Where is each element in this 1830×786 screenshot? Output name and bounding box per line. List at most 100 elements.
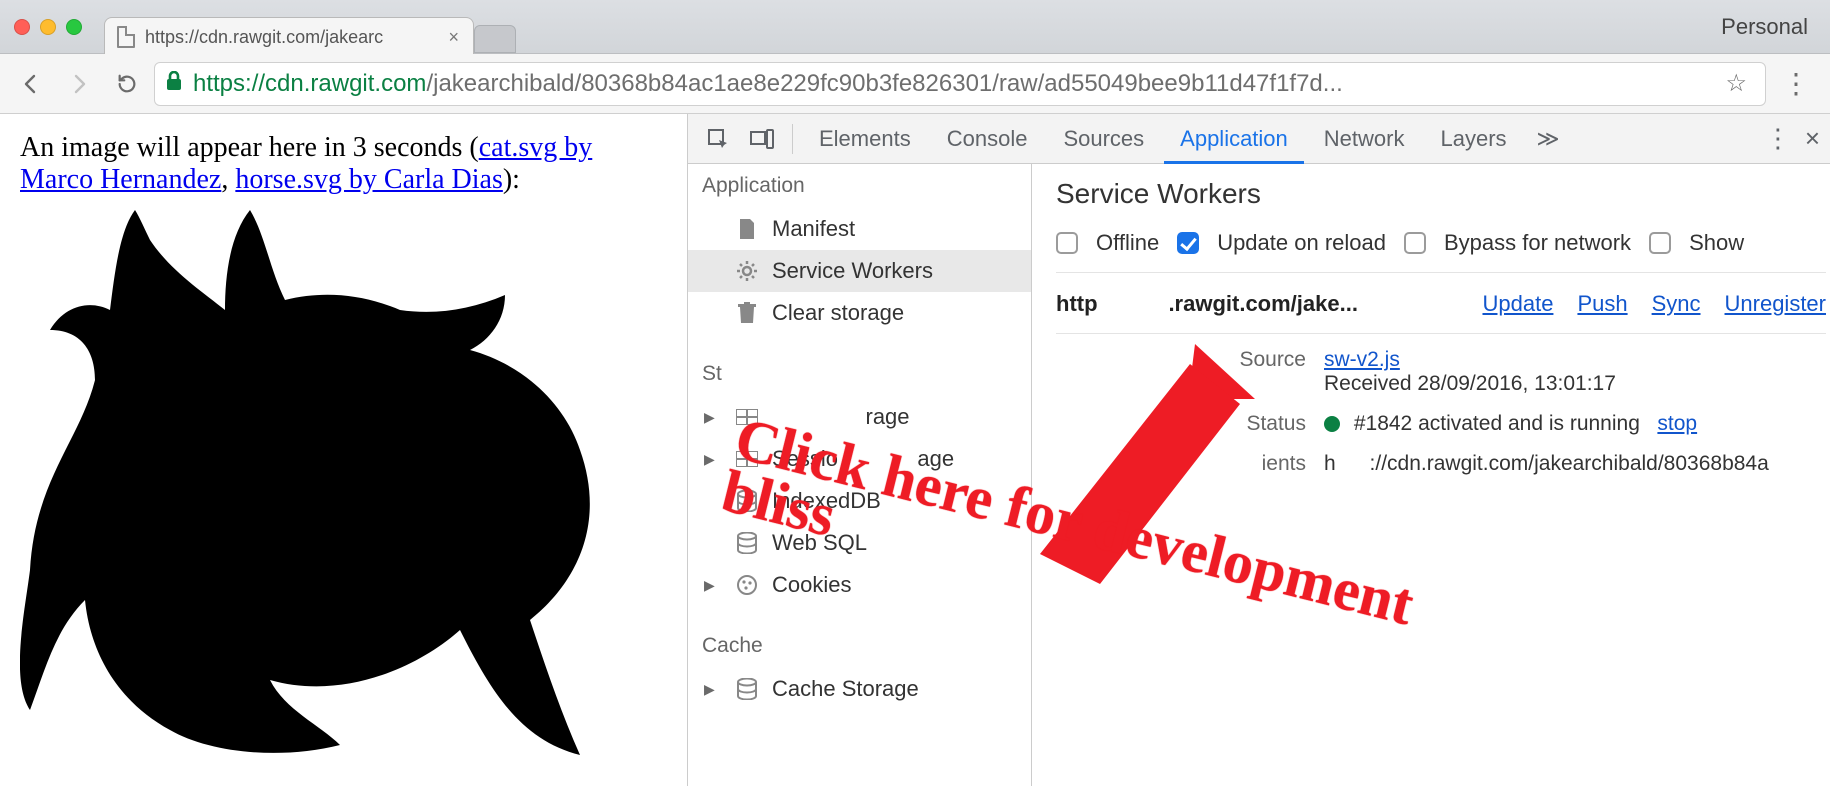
expand-icon: ▶ (704, 451, 715, 468)
page-viewport: An image will appear here in 3 seconds (… (0, 114, 687, 786)
link-sw-source[interactable]: sw-v2.js (1324, 348, 1400, 371)
page-text-outro: ): (503, 164, 520, 195)
tab-close-button[interactable]: × (448, 27, 459, 48)
back-button[interactable] (10, 63, 52, 105)
expand-icon: ▶ (704, 409, 715, 426)
checkbox-offline-label: Offline (1096, 230, 1159, 256)
tab-application[interactable]: Application (1164, 114, 1304, 164)
status-text: #1842 activated and is running (1354, 412, 1640, 435)
sw-action-links: Update Push Sync Unregister (1482, 291, 1826, 317)
pane-heading: Service Workers (1056, 178, 1826, 210)
application-sidebar: Application Manifest Service Workers (688, 164, 1032, 786)
sidebar-group-cache: Cache (688, 624, 1031, 668)
sw-registration-row: https://cdn.rawgit.com/jake... Update Pu… (1056, 291, 1826, 334)
lock-icon (165, 70, 183, 98)
sidebar-item-cookies[interactable]: ▶ Cookies (688, 564, 1031, 606)
sidebar-item-label: Service Workers (772, 258, 933, 284)
url-scheme: https (193, 70, 245, 97)
window-close-button[interactable] (14, 19, 30, 35)
sidebar-item-service-workers[interactable]: Service Workers (688, 250, 1031, 292)
sw-origin-a: http (1056, 291, 1098, 316)
trash-icon (736, 302, 758, 324)
label-clients-text: ients (1262, 452, 1306, 475)
link-horse-svg[interactable]: horse.svg by Carla Dias (235, 164, 503, 195)
sidebar-item-label: Cookies (772, 572, 851, 598)
browser-menu-button[interactable]: ⋮ (1772, 67, 1820, 100)
devtools-tabbar: Elements Console Sources Application Net… (688, 114, 1830, 164)
tab-elements[interactable]: Elements (803, 114, 927, 164)
sw-origin: https://cdn.rawgit.com/jake... (1056, 291, 1358, 317)
tab-strip: https://cdn.rawgit.com/jakearc × (104, 0, 516, 53)
tab-network[interactable]: Network (1308, 114, 1421, 164)
device-toolbar-icon[interactable] (742, 119, 782, 159)
link-sync[interactable]: Sync (1652, 291, 1701, 317)
sidebar-item-label: Clear storage (772, 300, 904, 326)
link-unregister[interactable]: Unregister (1725, 291, 1826, 317)
clients-b: ://cdn.rawgit.com/jakearchibald/80368b84… (1370, 452, 1769, 475)
checkbox-show-all[interactable] (1649, 232, 1671, 254)
expand-icon: ▶ (704, 681, 715, 698)
file-icon (117, 26, 135, 48)
browser-tab[interactable]: https://cdn.rawgit.com/jakearc × (104, 17, 474, 54)
status-dot-icon (1324, 416, 1340, 432)
checkbox-bypass-label: Bypass for network (1444, 230, 1631, 256)
devtools-close-button[interactable]: × (1805, 123, 1820, 154)
sw-origin-b: .rawgit.com/jake... (1168, 291, 1358, 316)
tab-layers[interactable]: Layers (1424, 114, 1522, 164)
window-minimize-button[interactable] (40, 19, 56, 35)
sw-details-grid: Source sw-v2.js Received 28/09/2016, 13:… (1176, 348, 1826, 476)
page-text: An image will appear here in 3 seconds (… (20, 132, 667, 196)
sidebar-item-manifest[interactable]: Manifest (688, 208, 1031, 250)
url-path: /jakearchibald/80368b84ac1ae8e229fc90b3f… (426, 70, 1342, 97)
sidebar-item-label: Manifest (772, 216, 855, 242)
link-update[interactable]: Update (1482, 291, 1553, 317)
new-tab-button[interactable] (474, 25, 516, 53)
page-text-intro: An image will appear here in 3 seconds ( (20, 132, 479, 163)
content-split: An image will appear here in 3 seconds (… (0, 114, 1830, 786)
traffic-lights (14, 19, 82, 35)
sidebar-item-session-storage[interactable]: ▶ Session Stoage (688, 438, 1031, 480)
database-icon (736, 532, 758, 554)
link-stop[interactable]: stop (1657, 412, 1697, 435)
file-icon (736, 218, 758, 240)
horse-image (20, 200, 620, 760)
checkbox-show-label: Show (1689, 230, 1744, 256)
sidebar-item-label: rage (866, 404, 910, 430)
sw-options-row: Offline Update on reload Bypass for netw… (1056, 230, 1826, 273)
tab-sources[interactable]: Sources (1047, 114, 1160, 164)
gear-icon (736, 260, 758, 282)
table-icon (736, 406, 758, 428)
sidebar-item-label-prefix: Sessio (772, 446, 838, 472)
tab-title: https://cdn.rawgit.com/jakearc (145, 27, 383, 48)
value-status: #1842 activated and is running stop (1324, 412, 1826, 436)
window-zoom-button[interactable] (66, 19, 82, 35)
sidebar-item-local-storage[interactable]: ▶ Local Strage (688, 396, 1031, 438)
link-push[interactable]: Push (1577, 291, 1627, 317)
page-text-sep: , (221, 164, 235, 195)
sidebar-item-clear-storage[interactable]: Clear storage (688, 292, 1031, 334)
bookmark-star-icon[interactable]: ☆ (1717, 69, 1755, 98)
devtools-menu-button[interactable]: ⋮ (1765, 123, 1791, 154)
sidebar-item-websql[interactable]: Web SQL (688, 522, 1031, 564)
browser-toolbar: https://cdn.rawgit.com/jakearchibald/803… (0, 54, 1830, 114)
sidebar-item-cache-storage[interactable]: ▶ Cache Storage (688, 668, 1031, 710)
sidebar-item-indexeddb[interactable]: IndexedDB (688, 480, 1031, 522)
forward-button[interactable] (58, 63, 100, 105)
tabs-overflow-button[interactable]: ≫ (1531, 126, 1566, 152)
expand-icon: ▶ (704, 577, 715, 594)
profile-label[interactable]: Personal (1721, 14, 1808, 40)
tab-console[interactable]: Console (931, 114, 1044, 164)
label-clients: Clients (1176, 452, 1306, 476)
window-titlebar: https://cdn.rawgit.com/jakearc × Persona… (0, 0, 1830, 54)
checkbox-offline[interactable] (1056, 232, 1078, 254)
checkbox-update-on-reload[interactable] (1177, 232, 1199, 254)
checkbox-update-on-reload-label: Update on reload (1217, 230, 1386, 256)
cookie-icon (736, 574, 758, 596)
checkbox-bypass-for-network[interactable] (1404, 232, 1426, 254)
sidebar-item-label: age (917, 446, 954, 472)
inspect-element-icon[interactable] (698, 119, 738, 159)
label-status: Status (1176, 412, 1306, 436)
clients-a: h (1324, 452, 1336, 475)
reload-button[interactable] (106, 63, 148, 105)
address-bar[interactable]: https://cdn.rawgit.com/jakearchibald/803… (154, 62, 1766, 106)
